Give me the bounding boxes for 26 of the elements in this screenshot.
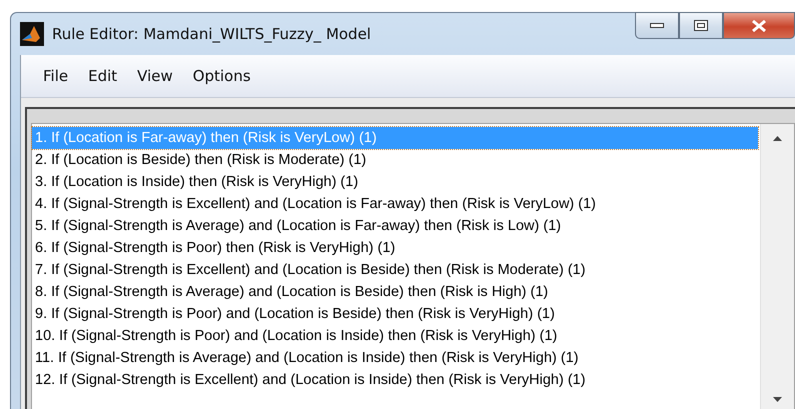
rule-item[interactable]: 10. If (Signal-Strength is Poor) and (Location is Inside) then (Risk is VeryHigh) (1) [32,325,758,347]
rule-item[interactable]: 9. If (Signal-Strength is Poor) and (Location is Beside) then (Risk is VeryHigh) (1) [32,303,758,325]
rule-item[interactable]: 7. If (Signal-Strength is Excellent) and (Location is Beside) then (Risk is Moderate) (1) [32,259,758,281]
rule-item[interactable]: 8. If (Signal-Strength is Average) and (Location is Beside) then (Risk is High) (1) [32,281,758,303]
logo-icon [20,22,44,46]
minimize-button[interactable] [635,12,679,39]
rule-item[interactable]: 6. If (Signal-Strength is Poor) then (Risk is VeryHigh) (1) [32,237,758,259]
window-title: Rule Editor: Mamdani_WILTS_Fuzzy_ Model [52,25,372,43]
scroll-down-icon [773,397,782,402]
scroll-up-icon [773,136,782,141]
menu-item[interactable]: View [129,65,181,87]
scrollbar[interactable] [760,124,794,409]
rule-item[interactable]: 3. If (Location is Inside) then (Risk is VeryHigh) (1) [32,171,758,193]
rule-item[interactable]: 5. If (Signal-Strength is Average) and (Location is Far-away) then (Risk is Low) (1) [32,215,758,237]
close-button[interactable] [723,12,795,39]
maximize-button[interactable] [679,12,723,39]
menu-item[interactable]: File [35,65,76,87]
menu-item[interactable]: Edit [80,65,126,87]
close-icon [751,20,767,32]
menu-item[interactable]: Options [184,65,259,87]
minimize-icon [650,22,664,28]
rule-item[interactable]: 11. If (Signal-Strength is Average) and (Location is Inside) then (Risk is VeryHigh) (1) [32,347,758,369]
rule-item[interactable]: 4. If (Signal-Strength is Excellent) and (Location is Far-away) then (Risk is VeryLow) (1) [32,193,758,215]
rule-item[interactable]: 12. If (Signal-Strength is Excellent) and (Location is Inside) then (Risk is VeryHigh) (1) [32,369,758,391]
maximize-icon [694,20,708,31]
rule-item[interactable]: 2. If (Location is Beside) then (Risk is Moderate) (1) [32,149,758,171]
